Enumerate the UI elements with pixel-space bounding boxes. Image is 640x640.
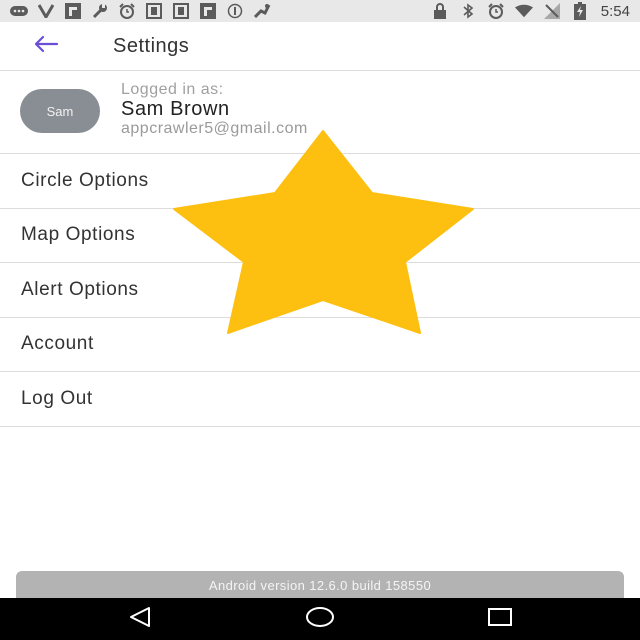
menu-item-map-options[interactable]: Map Options <box>0 209 640 263</box>
home-circle-icon <box>305 606 335 633</box>
menu-item-circle-options[interactable]: Circle Options <box>0 154 640 209</box>
system-icons: 5:54 <box>431 2 630 20</box>
screen: 5:54 Settings Sam Logged in as: Sam Brow… <box>0 0 640 640</box>
lock-icon <box>431 3 449 19</box>
back-triangle-icon <box>128 606 152 633</box>
profile-card: Sam Logged in as: Sam Brown appcrawler5@… <box>0 71 640 154</box>
clock: 5:54 <box>600 2 630 20</box>
wifi-icon <box>514 3 533 19</box>
info-icon <box>226 3 244 19</box>
chat-icon <box>10 3 28 19</box>
user-email: appcrawler5@gmail.com <box>121 120 308 137</box>
menu-item-account[interactable]: Account <box>0 318 640 372</box>
sports-icon <box>253 3 271 19</box>
app-bar: Settings <box>0 22 640 71</box>
v-icon <box>37 3 55 19</box>
recents-square-icon <box>487 607 513 632</box>
alarm-icon <box>487 3 505 19</box>
back-button[interactable] <box>24 26 68 66</box>
battery-icon <box>571 2 589 20</box>
doc-icon <box>172 3 190 19</box>
nav-back-button[interactable] <box>120 604 160 634</box>
menu-item-log-out[interactable]: Log Out <box>0 372 640 427</box>
user-name: Sam Brown <box>121 98 230 120</box>
bluetooth-icon <box>459 3 477 19</box>
arrow-left-icon <box>33 35 59 58</box>
status-bar: 5:54 <box>0 0 640 22</box>
signal-icon <box>543 3 561 19</box>
nav-home-button[interactable] <box>300 604 340 634</box>
logged-in-label: Logged in as: <box>121 81 224 98</box>
doc-icon <box>145 3 163 19</box>
nav-recents-button[interactable] <box>480 604 520 634</box>
page-title: Settings <box>113 34 190 57</box>
alarm-icon <box>118 3 136 19</box>
settings-menu: Circle Options Map Options Alert Options… <box>0 154 640 427</box>
avatar: Sam <box>20 89 100 133</box>
menu-item-alert-options[interactable]: Alert Options <box>0 263 640 318</box>
notification-icons <box>10 3 431 19</box>
version-label: Android version 12.6.0 build 158550 <box>16 571 624 599</box>
navigation-bar <box>0 598 640 640</box>
wrench-icon <box>91 3 109 19</box>
flipboard-icon <box>64 3 82 19</box>
flipboard-icon <box>199 3 217 19</box>
